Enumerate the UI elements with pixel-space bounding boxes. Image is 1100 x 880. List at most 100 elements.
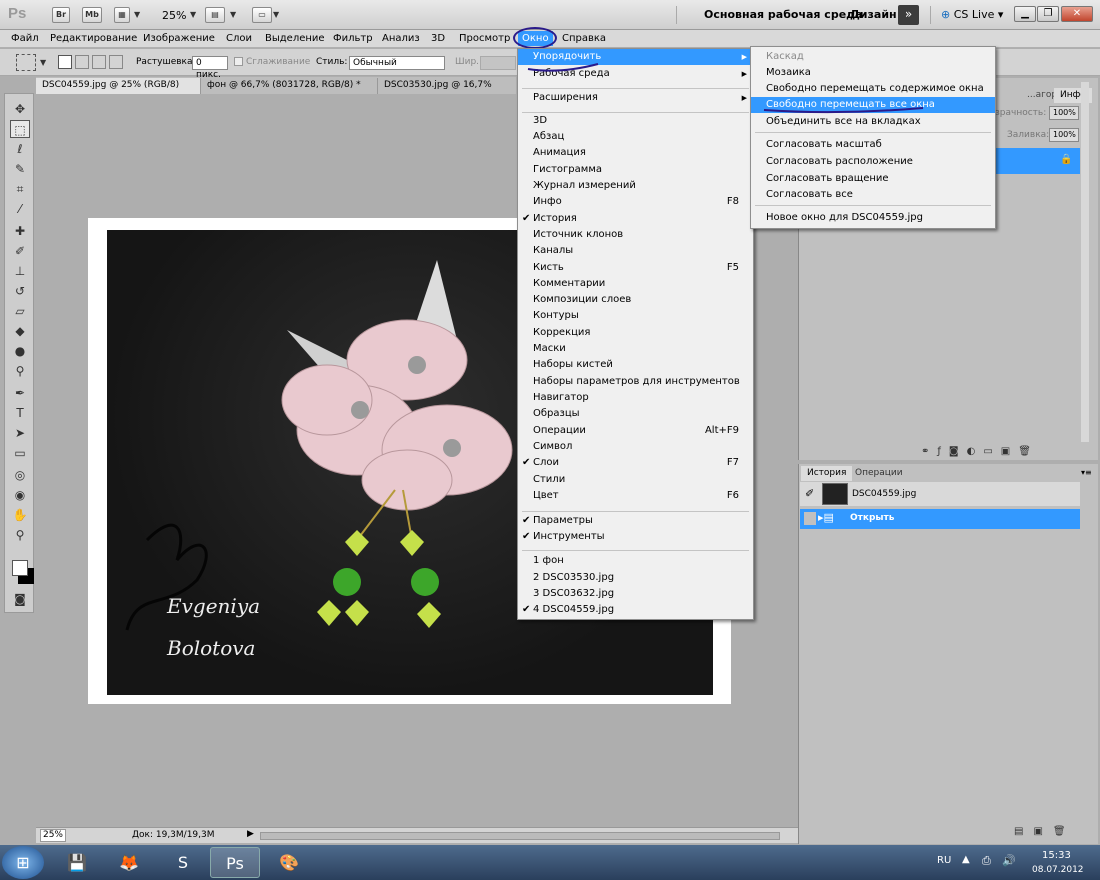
- window-menu-item[interactable]: Анимация: [518, 145, 753, 161]
- window-menu-item[interactable]: Коррекция: [518, 325, 753, 341]
- tab-fon[interactable]: фон @ 66,7% (8031728, RGB/8) *: [201, 78, 378, 94]
- floppy-app-icon[interactable]: 💾: [52, 847, 102, 878]
- window-menu-item[interactable]: ✔ Слои F7: [518, 455, 753, 471]
- window-menu-item[interactable]: Операции Alt+F9: [518, 423, 753, 439]
- window-menu-item[interactable]: Наборы параметров для инструментов: [518, 374, 753, 390]
- window-menu-item[interactable]: Расширения ▶: [518, 90, 753, 106]
- workspace-design[interactable]: Дизайн: [850, 6, 897, 24]
- screen-mode-button[interactable]: ▭: [252, 7, 272, 23]
- arrange-menu-item[interactable]: Согласовать масштаб: [751, 137, 995, 153]
- fill-input[interactable]: 100%: [1049, 128, 1079, 142]
- shape-tool-icon[interactable]: ▭: [10, 444, 30, 462]
- pen-tool-icon[interactable]: ✒: [10, 384, 30, 402]
- layer-actions-icons[interactable]: ⚭ƒ◙◐▭▣🗑: [921, 446, 1039, 457]
- clock-time[interactable]: 15:33: [1042, 850, 1071, 861]
- minibridge-button[interactable]: Mb: [82, 7, 102, 23]
- horizontal-scrollbar[interactable]: [260, 832, 780, 840]
- window-menu-item[interactable]: ✔ Инструменты: [518, 529, 753, 545]
- paint-icon[interactable]: 🎨: [264, 847, 314, 878]
- hand-tool-icon[interactable]: ✋: [10, 506, 30, 524]
- panel-menu-icon[interactable]: ▾≡: [1081, 468, 1092, 477]
- firefox-icon[interactable]: 🦊: [104, 847, 154, 878]
- window-menu-item[interactable]: 1 фон: [518, 553, 753, 569]
- brush-tool-icon[interactable]: ✐: [10, 242, 30, 260]
- volume-icon[interactable]: 🔊: [1002, 854, 1016, 867]
- new-selection-icon[interactable]: [58, 55, 72, 69]
- close-button[interactable]: ✕: [1061, 6, 1093, 22]
- window-menu-item[interactable]: Наборы кистей: [518, 357, 753, 373]
- start-button[interactable]: ⊞: [2, 846, 44, 879]
- language-indicator[interactable]: RU: [937, 855, 951, 866]
- status-zoom[interactable]: 25%: [40, 829, 66, 842]
- bridge-button[interactable]: Br: [52, 7, 70, 23]
- feather-input[interactable]: 0 пикс.: [192, 56, 228, 80]
- window-menu-item[interactable]: Маски: [518, 341, 753, 357]
- tray-arrow-icon[interactable]: ▲: [962, 854, 970, 865]
- blur-tool-icon[interactable]: ●: [10, 342, 30, 360]
- window-menu-item[interactable]: Символ: [518, 439, 753, 455]
- window-menu-item[interactable]: Источник клонов: [518, 227, 753, 243]
- arrange-documents-button[interactable]: ▤: [205, 7, 225, 23]
- window-menu-item[interactable]: Каналы: [518, 243, 753, 259]
- history-snapshot[interactable]: ✐ DSC04559.jpg: [800, 482, 1080, 506]
- type-tool-icon[interactable]: T: [10, 404, 30, 422]
- tab-history[interactable]: История: [801, 466, 853, 481]
- menu-image[interactable]: Изображение: [143, 32, 215, 46]
- quick-mask-icon[interactable]: ◙: [10, 590, 30, 608]
- chevron-down-icon[interactable]: ▼: [273, 10, 279, 19]
- dodge-tool-icon[interactable]: ⚲: [10, 362, 30, 380]
- status-menu-arrow[interactable]: ▶: [247, 829, 254, 839]
- clone-stamp-icon[interactable]: ⊥: [10, 262, 30, 280]
- crop-tool-icon[interactable]: ⌗: [10, 180, 30, 198]
- history-brush-slot[interactable]: [804, 512, 816, 525]
- tab-actions[interactable]: Операции: [849, 466, 909, 481]
- window-menu-item[interactable]: Комментарии: [518, 276, 753, 292]
- window-menu-item[interactable]: 3D: [518, 113, 753, 129]
- move-tool-icon[interactable]: ✥: [10, 100, 30, 118]
- quick-select-icon[interactable]: ✎: [10, 160, 30, 178]
- 3d-rotate-icon[interactable]: ◎: [10, 466, 30, 484]
- window-menu-item[interactable]: Инфо F8: [518, 194, 753, 210]
- arrange-menu-item[interactable]: Согласовать вращение: [751, 171, 995, 187]
- tab-dsc03530[interactable]: DSC03530.jpg @ 16,7% (RGB/8: [378, 78, 518, 105]
- menu-3d[interactable]: 3D: [431, 32, 445, 46]
- history-brush-icon[interactable]: ↺: [10, 282, 30, 300]
- menu-help[interactable]: Справка: [562, 32, 606, 46]
- zoom-tool-icon[interactable]: ⚲: [10, 526, 30, 544]
- window-menu-item[interactable]: 2 DSC03530.jpg: [518, 570, 753, 586]
- history-step[interactable]: ▸▤ Открыть: [800, 509, 1080, 529]
- opacity-input[interactable]: 100%: [1049, 106, 1079, 120]
- more-workspaces-button[interactable]: »: [898, 5, 919, 25]
- add-selection-icon[interactable]: [75, 55, 89, 69]
- menu-file[interactable]: Файл: [11, 32, 39, 46]
- clock-date[interactable]: 08.07.2012: [1032, 865, 1084, 875]
- history-brush-source-icon[interactable]: ✐: [805, 487, 814, 500]
- zoom-level[interactable]: 25%: [162, 9, 186, 22]
- menu-analysis[interactable]: Анализ: [382, 32, 420, 46]
- window-menu-item[interactable]: Контуры: [518, 308, 753, 324]
- arrange-menu-item[interactable]: Свободно перемещать содержимое окна: [751, 81, 995, 97]
- history-actions-icons[interactable]: ▤▣🗑: [1014, 826, 1076, 837]
- cs-live-menu[interactable]: ⊕ CS Live ▾: [930, 6, 1003, 24]
- menu-layers[interactable]: Слои: [226, 32, 252, 46]
- path-select-icon[interactable]: ➤: [10, 424, 30, 442]
- menu-edit[interactable]: Редактирование: [50, 32, 137, 46]
- paint-bucket-icon[interactable]: ◆: [10, 322, 30, 340]
- network-icon[interactable]: ⎙: [982, 854, 991, 868]
- workspace-main[interactable]: Основная рабочая среда: [676, 6, 862, 24]
- window-menu-item[interactable]: Кисть F5: [518, 260, 753, 276]
- intersect-selection-icon[interactable]: [109, 55, 123, 69]
- lasso-tool-icon[interactable]: ℓ: [10, 140, 30, 158]
- extras-view-button[interactable]: ▦: [114, 7, 130, 23]
- marquee-tool-icon[interactable]: ⬚: [10, 120, 30, 138]
- style-select[interactable]: Обычный: [349, 56, 445, 70]
- foreground-color-swatch[interactable]: [12, 560, 28, 576]
- arrange-menu-item[interactable]: Мозаика: [751, 65, 995, 81]
- tab-dsc04559[interactable]: DSC04559.jpg @ 25% (RGB/8): [36, 78, 201, 94]
- window-menu-item[interactable]: Журнал измерений: [518, 178, 753, 194]
- menu-view[interactable]: Просмотр: [459, 32, 510, 46]
- window-menu-item[interactable]: Гистограмма: [518, 162, 753, 178]
- menu-select[interactable]: Выделение: [265, 32, 325, 46]
- window-menu-item[interactable]: Композиции слоев: [518, 292, 753, 308]
- maximize-button[interactable]: ❐: [1037, 6, 1059, 22]
